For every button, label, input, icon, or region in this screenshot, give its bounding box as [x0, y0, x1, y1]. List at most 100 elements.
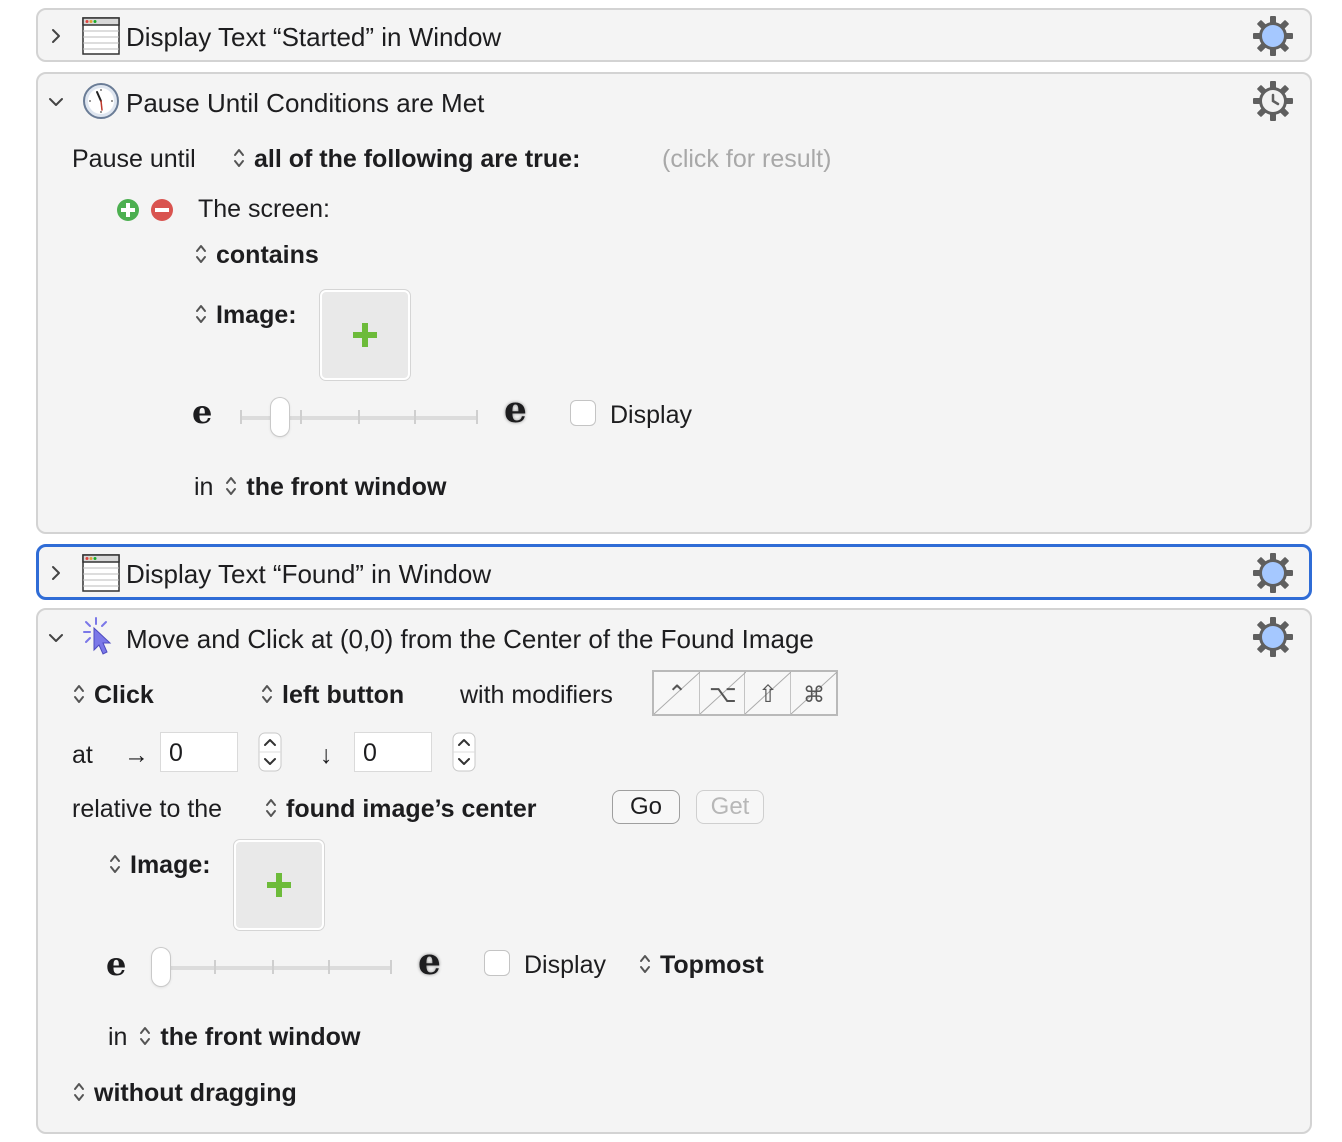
mouse-button-popup[interactable]: left button	[260, 680, 404, 710]
slider-thumb[interactable]	[271, 398, 289, 436]
action-display-text-found[interactable]: Display Text “Found” in Window	[36, 544, 1312, 600]
mouse-button-value: left button	[282, 681, 405, 709]
svg-text:⌘: ⌘	[803, 683, 825, 708]
get-button[interactable]: Get	[696, 790, 764, 824]
slider-max-glyph: e	[504, 389, 527, 431]
action-move-and-click: Move and Click at (0,0) from the Center …	[36, 608, 1312, 1134]
svg-text:⌃: ⌃	[667, 680, 687, 708]
modifier-option[interactable]: ⌥	[699, 672, 746, 714]
chevron-down-icon[interactable]	[48, 630, 64, 646]
area-value: the front window	[160, 1023, 361, 1051]
action-title: Pause Until Conditions are Met	[126, 88, 485, 118]
x-offset-field[interactable]: 0	[160, 732, 238, 772]
updown-icon	[194, 242, 208, 266]
slider-tick	[390, 960, 392, 974]
screen-relation-value: contains	[216, 241, 319, 269]
x-arrow-icon: →	[124, 741, 149, 769]
display-label: Display	[610, 401, 692, 429]
relative-to-value: found image’s center	[286, 795, 537, 823]
slider-max-glyph: e	[418, 941, 441, 983]
gear-icon[interactable]	[1252, 552, 1294, 594]
svg-text:⌥: ⌥	[709, 680, 737, 708]
slider-tick	[476, 410, 478, 424]
image-label: Image:	[216, 301, 297, 329]
add-condition-icon[interactable]	[116, 198, 140, 222]
chevron-right-icon[interactable]	[48, 28, 64, 44]
condition-label: The screen:	[198, 195, 331, 223]
with-modifiers-label: with modifiers	[460, 681, 613, 709]
click-type-popup[interactable]: Click	[72, 680, 154, 710]
action-title: Move and Click at (0,0) from the Center …	[126, 624, 814, 654]
chevron-down-icon[interactable]	[48, 94, 64, 110]
updown-icon	[232, 146, 246, 170]
updown-icon	[260, 682, 274, 706]
in-area-row: in the front window	[108, 1022, 360, 1052]
in-label: in	[194, 473, 214, 501]
image-source-popup[interactable]: Image:	[194, 300, 297, 330]
cursor-click-icon	[83, 617, 112, 655]
image-label: Image:	[130, 851, 211, 879]
image-source-popup[interactable]: Image:	[108, 850, 211, 880]
gear-clock-icon[interactable]	[1252, 80, 1294, 122]
remove-condition-icon[interactable]	[150, 198, 174, 222]
slider-tick	[240, 410, 242, 424]
pause-until-label: Pause until	[72, 145, 196, 173]
slider-min-glyph: e	[106, 945, 127, 983]
updown-icon	[72, 1080, 86, 1104]
click-type-value: Click	[94, 681, 154, 709]
image-well[interactable]	[320, 290, 410, 380]
in-area-row: in the front window	[194, 472, 446, 502]
slider-tick	[328, 960, 330, 974]
display-checkbox[interactable]	[484, 950, 510, 976]
action-display-text-started[interactable]: Display Text “Started” in Window	[36, 8, 1312, 62]
area-popup[interactable]: the front window	[220, 473, 446, 501]
slider-tick	[414, 410, 416, 424]
dragging-value: without dragging	[94, 1079, 297, 1107]
relative-to-popup[interactable]: found image’s center	[264, 794, 537, 824]
modifier-control[interactable]: ⌃	[654, 672, 700, 714]
slider-tick	[214, 960, 216, 974]
updown-icon	[194, 302, 208, 326]
dragging-popup[interactable]: without dragging	[72, 1078, 297, 1108]
slider-tick	[358, 410, 360, 424]
display-checkbox[interactable]	[570, 400, 596, 426]
svg-text:⇧: ⇧	[758, 680, 778, 708]
updown-icon	[72, 682, 86, 706]
condition-mode-popup[interactable]: all of the following are true:	[232, 144, 580, 174]
screen-relation-popup[interactable]: contains	[194, 240, 319, 270]
updown-icon	[264, 796, 278, 820]
modifier-shift[interactable]: ⇧	[745, 672, 791, 714]
condition-mode-value: all of the following are true:	[254, 145, 581, 173]
plus-icon	[351, 321, 379, 349]
slider-tick	[300, 410, 302, 424]
shift-key-icon: ⇧	[745, 672, 791, 714]
y-stepper[interactable]	[452, 732, 476, 772]
command-key-icon: ⌘	[790, 672, 837, 714]
modifier-command[interactable]: ⌘	[790, 672, 837, 714]
updown-icon	[638, 952, 652, 976]
topmost-value: Topmost	[660, 951, 764, 979]
at-label: at	[72, 741, 93, 769]
updown-icon	[108, 852, 122, 876]
topmost-popup[interactable]: Topmost	[638, 950, 764, 980]
gear-icon[interactable]	[1252, 616, 1294, 658]
gear-icon[interactable]	[1252, 15, 1294, 57]
area-value: the front window	[246, 473, 447, 501]
clock-icon	[83, 83, 119, 119]
go-button[interactable]: Go	[612, 790, 680, 824]
area-popup[interactable]: the front window	[134, 1023, 360, 1051]
image-well[interactable]	[234, 840, 324, 930]
y-arrow-icon: ↓	[320, 741, 333, 769]
display-label: Display	[524, 951, 606, 979]
result-hint[interactable]: (click for result)	[662, 144, 831, 174]
window-icon	[82, 17, 120, 55]
updown-icon	[138, 1024, 152, 1048]
chevron-right-icon[interactable]	[48, 565, 64, 581]
option-key-icon: ⌥	[699, 672, 746, 714]
updown-icon	[224, 474, 238, 498]
modifier-keys: ⌃ ⌥ ⇧ ⌘	[652, 670, 838, 716]
x-stepper[interactable]	[258, 732, 282, 772]
slider-thumb[interactable]	[152, 948, 170, 986]
y-offset-field[interactable]: 0	[354, 732, 432, 772]
slider-min-glyph: e	[192, 393, 213, 431]
